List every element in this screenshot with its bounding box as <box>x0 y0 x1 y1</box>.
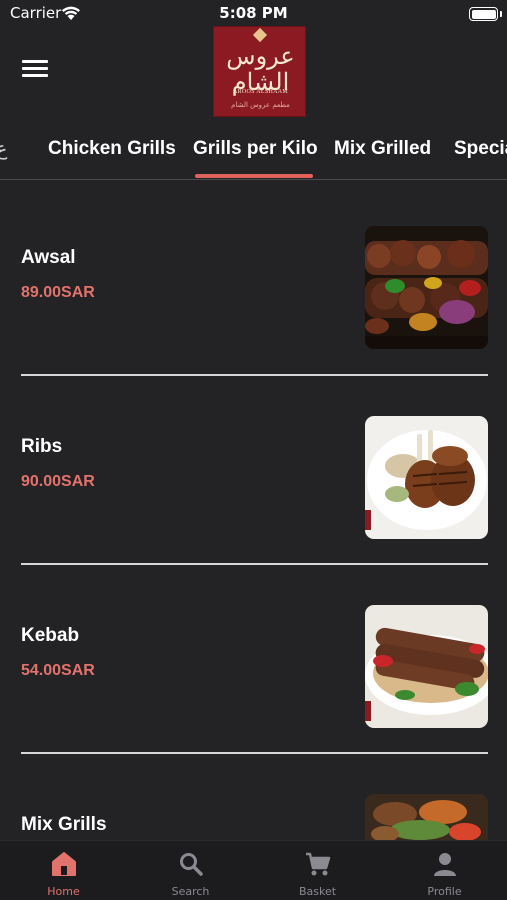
lamb-ribs-photo <box>365 416 488 539</box>
tab-home-label: Home <box>47 885 80 898</box>
tab-profile-label: Profile <box>427 885 462 898</box>
menu-item-awsal[interactable]: Awsal 89.00SAR <box>0 185 507 375</box>
hamburger-menu-button[interactable] <box>22 60 48 82</box>
selected-tab-indicator <box>195 174 313 178</box>
item-name: Ribs <box>21 436 63 457</box>
logo-tagline: مطعم عروس الشام <box>231 101 290 109</box>
menu-item-ribs[interactable]: Ribs 90.00SAR <box>0 376 507 566</box>
search-icon <box>180 853 203 876</box>
item-price: 89.00SAR <box>21 284 95 301</box>
tab-special[interactable]: Special <box>454 138 507 160</box>
battery-cap <box>500 11 502 17</box>
status-bar: Carrier 5:08 PM <box>0 0 507 28</box>
tab-home[interactable]: Home <box>0 841 127 900</box>
bottom-tab-bar: Home Search Basket Profile <box>0 840 507 900</box>
tab-chicken-grills[interactable]: Chicken Grills <box>48 138 176 160</box>
profile-icon <box>434 853 456 876</box>
home-icon <box>52 852 76 876</box>
logo-emblem-icon <box>252 27 268 43</box>
item-name: Mix Grills <box>21 814 107 835</box>
app-screen: Carrier 5:08 PM عروس الشام AROOS ALSHAAM… <box>0 0 507 900</box>
cart-icon <box>306 852 331 876</box>
item-price: 54.00SAR <box>21 662 95 679</box>
tab-arabic-category[interactable]: ع <box>0 138 7 161</box>
tab-profile[interactable]: Profile <box>381 841 507 900</box>
category-tabs: ع Chicken Grills Grills per Kilo Mix Gri… <box>0 128 507 180</box>
restaurant-logo: عروس الشام AROOS ALSHAAM مطعم عروس الشام <box>213 26 306 117</box>
item-image <box>365 226 488 349</box>
clock: 5:08 PM <box>219 4 288 22</box>
tab-grills-per-kilo[interactable]: Grills per Kilo <box>193 138 318 160</box>
item-price: 90.00SAR <box>21 473 95 490</box>
tab-basket-label: Basket <box>298 885 337 898</box>
menu-item-kebab[interactable]: Kebab 54.00SAR <box>0 565 507 755</box>
item-name: Awsal <box>21 247 76 268</box>
logo-english-text: AROOS ALSHAAM <box>232 89 289 95</box>
item-image <box>365 605 488 728</box>
kebab-platter-photo <box>365 605 488 728</box>
tab-mix-grilled[interactable]: Mix Grilled <box>334 138 431 160</box>
tab-search[interactable]: Search <box>127 841 254 900</box>
tabs-divider <box>0 179 507 180</box>
battery-icon <box>469 7 498 21</box>
item-name: Kebab <box>21 625 80 646</box>
grilled-skewers-photo <box>365 226 488 349</box>
tab-basket[interactable]: Basket <box>254 841 381 900</box>
tab-search-label: Search <box>171 885 210 898</box>
logo-arabic-text: عروس الشام <box>226 42 295 96</box>
item-image <box>365 416 488 539</box>
